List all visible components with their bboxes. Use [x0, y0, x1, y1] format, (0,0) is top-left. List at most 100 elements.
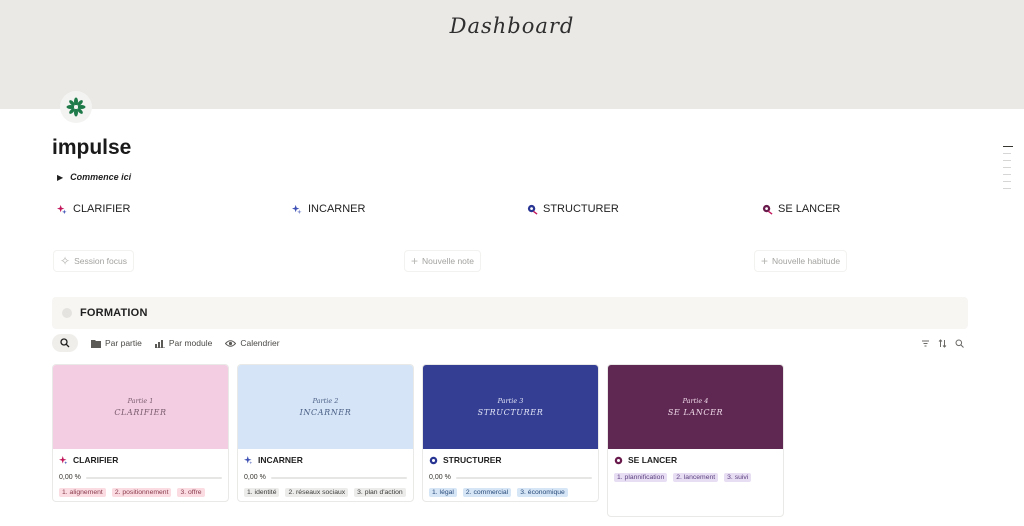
rocket-icon: [762, 204, 773, 215]
cover-name-label: INCARNER: [299, 408, 352, 417]
cover-part-label: Partie 3: [497, 397, 524, 405]
card-title-label: SE LANCER: [628, 455, 678, 465]
card-title-label: CLARIFIER: [73, 455, 119, 465]
folder-icon: [91, 339, 101, 348]
card-title-label: INCARNER: [258, 455, 303, 465]
view-tools: [921, 338, 964, 348]
eye-icon: [225, 339, 237, 347]
module-link-structurer[interactable]: STRUCTURER: [527, 203, 619, 215]
tab-calendrier[interactable]: Calendrier: [225, 338, 280, 348]
outline-line[interactable]: [1003, 174, 1011, 175]
gear-icon: [429, 456, 438, 464]
callout-dot-icon: [62, 308, 72, 318]
module-link-label: STRUCTURER: [543, 203, 619, 215]
tag: 2. commercial: [462, 488, 512, 497]
module-link-label: SE LANCER: [778, 203, 841, 215]
cover-name-label: SE LANCER: [667, 408, 724, 417]
tab-par-module[interactable]: Par module: [154, 338, 213, 348]
cover-title: Dashboard: [449, 14, 575, 38]
new-habit-button[interactable]: + Nouvelle habitude: [754, 250, 848, 272]
new-note-button[interactable]: + Nouvelle note: [404, 250, 481, 272]
card-title-label: STRUCTURER: [443, 455, 502, 465]
tab-label: Calendrier: [240, 338, 280, 348]
outline-line[interactable]: [1003, 181, 1011, 182]
card-cover: Partie 3 STRUCTURER: [423, 365, 598, 449]
card-cover: Partie 4 SE LANCER: [608, 365, 783, 449]
sparkle-icon: ✧: [60, 254, 71, 268]
session-focus-button[interactable]: ✧ Session focus: [53, 250, 134, 272]
new-note-label: Nouvelle note: [422, 256, 474, 266]
formation-callout: FORMATION: [52, 297, 968, 329]
cover-part-label: Partie 1: [127, 397, 154, 405]
gallery-card-se-lancer[interactable]: Partie 4 SE LANCER SE LANCER 1. plannifi…: [607, 364, 784, 517]
outline-line[interactable]: [1003, 153, 1011, 154]
filter-icon[interactable]: [921, 339, 930, 348]
green-flower-icon: [66, 97, 86, 117]
tab-par-partie[interactable]: Par partie: [91, 338, 142, 348]
card-title: STRUCTURER: [429, 455, 592, 465]
new-habit-label: Nouvelle habitude: [772, 256, 841, 266]
cover-name-label: CLARIFIER: [114, 408, 167, 417]
tag: 3. offre: [177, 488, 205, 497]
tab-label: Par module: [168, 338, 213, 348]
card-cover: Partie 2 INCARNER: [238, 365, 413, 449]
tab-label: Par partie: [105, 338, 142, 348]
cover-part-label: Partie 4: [682, 397, 709, 405]
sparkle-icon: [57, 204, 67, 214]
tag-list: 1. identité 2. réseaux sociaux 3. plan d…: [244, 488, 407, 497]
database-view-bar: Par partie Par module Calendrier: [52, 334, 968, 352]
card-title: CLARIFIER: [59, 455, 222, 465]
tag: 2. réseaux sociaux: [285, 488, 349, 497]
tag: 3. économique: [517, 488, 568, 497]
page-cover: Dashboard: [0, 0, 1024, 109]
tag: 1. plannification: [614, 473, 668, 482]
outline-line[interactable]: [1003, 146, 1013, 147]
gear-icon: [527, 204, 538, 215]
toggle-label: Commence ici: [70, 172, 132, 182]
sort-icon[interactable]: [938, 338, 947, 348]
cover-part-label: Partie 2: [312, 397, 339, 405]
sparkle-icon: [59, 455, 68, 464]
gallery-card-incarner[interactable]: Partie 2 INCARNER INCARNER 0,00 % 1. ide…: [237, 364, 414, 502]
outline-line[interactable]: [1003, 188, 1011, 189]
session-focus-label: Session focus: [74, 256, 127, 266]
search-icon[interactable]: [955, 339, 964, 348]
outline-line[interactable]: [1003, 160, 1011, 161]
toggle-triangle-icon[interactable]: ▶: [57, 173, 63, 182]
toggle-commence-ici[interactable]: ▶ Commence ici: [57, 172, 131, 182]
module-link-incarner[interactable]: INCARNER: [292, 203, 365, 215]
tag: 1. identité: [244, 488, 280, 497]
view-search-button[interactable]: [52, 334, 78, 352]
module-link-label: INCARNER: [308, 203, 366, 215]
tag: 3. suivi: [724, 473, 752, 482]
progress-bar: [455, 476, 592, 479]
tag: 1. alignement: [59, 488, 106, 497]
module-link-label: CLARIFIER: [73, 203, 131, 215]
module-link-clarifier[interactable]: CLARIFIER: [57, 203, 130, 215]
card-title: INCARNER: [244, 455, 407, 465]
cover-name-label: STRUCTURER: [477, 408, 544, 417]
progress-bar: [85, 476, 222, 479]
gallery-card-clarifier[interactable]: Partie 1 CLARIFIER CLARIFIER 0,00 % 1. a…: [52, 364, 229, 502]
progress-row: 0,00 %: [429, 474, 592, 481]
page-outline[interactable]: [1003, 146, 1013, 189]
progress-value: 0,00 %: [59, 474, 81, 481]
tag: 2. positionnement: [111, 488, 172, 497]
callout-label: FORMATION: [80, 307, 148, 319]
tag-list: 1. plannification 2. lancement 3. suivi: [614, 473, 777, 482]
tag: 2. lancement: [673, 473, 719, 482]
plus-icon: +: [411, 254, 419, 268]
progress-row: 0,00 %: [244, 474, 407, 481]
tag-list: 1. légal 2. commercial 3. économique: [429, 488, 592, 497]
plus-icon: +: [761, 254, 769, 268]
rocket-icon: [614, 456, 623, 464]
module-link-se-lancer[interactable]: SE LANCER: [762, 203, 840, 215]
outline-line[interactable]: [1003, 167, 1011, 168]
page-icon[interactable]: [60, 91, 92, 123]
card-title: SE LANCER: [614, 455, 777, 465]
gallery-card-structurer[interactable]: Partie 3 STRUCTURER STRUCTURER 0,00 % 1.…: [422, 364, 599, 502]
card-cover: Partie 1 CLARIFIER: [53, 365, 228, 449]
sparkle-icon: [292, 204, 302, 214]
progress-value: 0,00 %: [429, 474, 451, 481]
sparkle-icon: [244, 455, 253, 464]
